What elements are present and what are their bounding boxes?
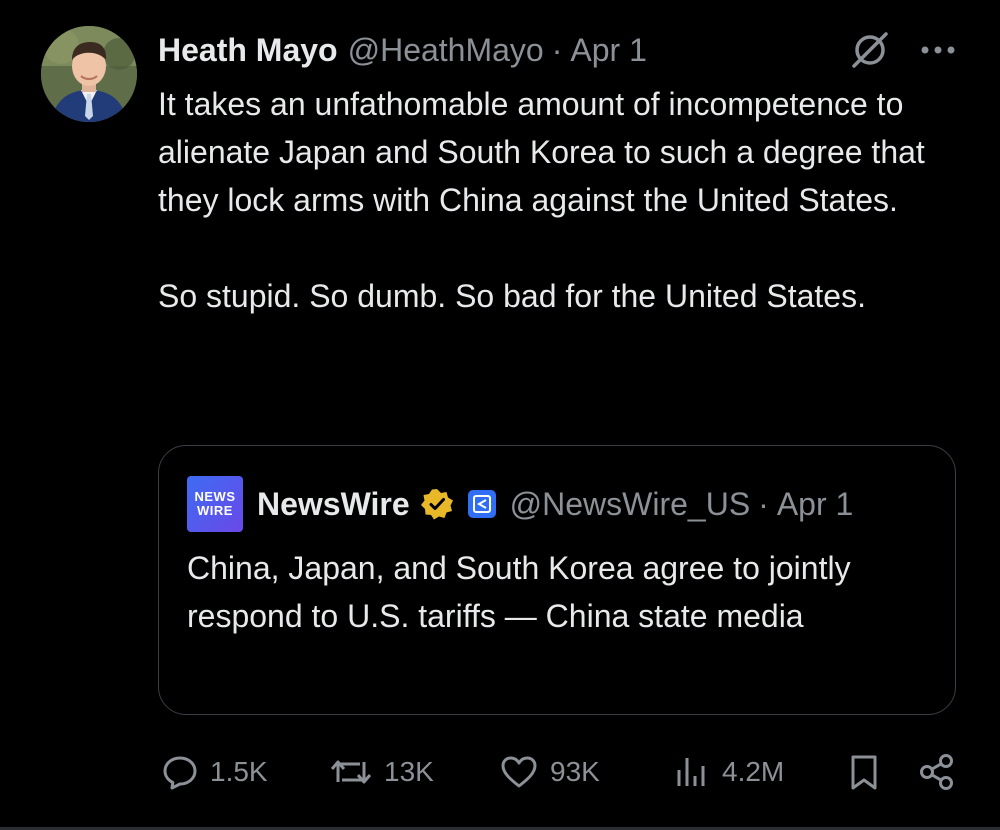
quote-text: China, Japan, and South Korea agree to j…	[187, 550, 851, 634]
verified-gold-icon	[420, 487, 454, 521]
bookmark-button[interactable]	[844, 748, 884, 796]
separator-dot: ·	[551, 31, 563, 68]
reply-count: 1.5K	[210, 756, 268, 787]
author-name[interactable]: Heath Mayo	[158, 32, 338, 69]
views-button[interactable]: 4.2M	[672, 748, 784, 796]
avatar[interactable]	[41, 26, 137, 122]
action-bar: 1.5K 13K 93K 4.2M	[158, 748, 958, 796]
views-icon	[677, 758, 705, 786]
repost-button[interactable]: 13K	[328, 748, 434, 796]
bookmark-icon	[851, 755, 877, 790]
tweet-paragraph: So stupid. So dumb. So bad for the Unite…	[158, 278, 866, 314]
quote-author-name[interactable]: NewsWire	[257, 486, 410, 523]
like-button[interactable]: 93K	[498, 748, 600, 796]
grok-icon[interactable]	[848, 28, 892, 72]
tweet-date[interactable]: Apr 1	[570, 32, 646, 69]
share-icon	[920, 754, 953, 790]
like-count: 93K	[550, 756, 600, 787]
reply-icon	[163, 756, 197, 790]
repost-count: 13K	[384, 756, 434, 787]
like-icon	[501, 756, 537, 788]
author-handle[interactable]: @HeathMayo	[348, 32, 544, 69]
share-button[interactable]	[916, 748, 958, 796]
logo-text: WIRE	[197, 503, 233, 518]
view-count: 4.2M	[722, 756, 785, 787]
quoted-post-card[interactable]: NEWS WIRE NewsWire @NewsWire_US · Apr 1 …	[158, 445, 956, 715]
tweet-paragraph: It takes an unfathomable amount of incom…	[158, 86, 925, 218]
repost-icon	[330, 760, 372, 784]
reply-button[interactable]: 1.5K	[160, 748, 268, 796]
tweet-header: Heath Mayo @HeathMayo · Apr 1	[158, 28, 647, 72]
newswire-logo[interactable]: NEWS WIRE	[187, 476, 243, 532]
tweet-text: It takes an unfathomable amount of incom…	[158, 80, 973, 320]
quote-date[interactable]: Apr 1	[777, 486, 853, 523]
quote-header: NEWS WIRE NewsWire @NewsWire_US · Apr 1	[187, 476, 853, 532]
more-icon[interactable]	[916, 36, 960, 64]
quote-author-handle[interactable]: @NewsWire_US	[510, 486, 751, 523]
separator-dot: ·	[758, 485, 769, 522]
logo-text: NEWS	[194, 489, 236, 504]
affiliate-icon	[467, 490, 496, 518]
